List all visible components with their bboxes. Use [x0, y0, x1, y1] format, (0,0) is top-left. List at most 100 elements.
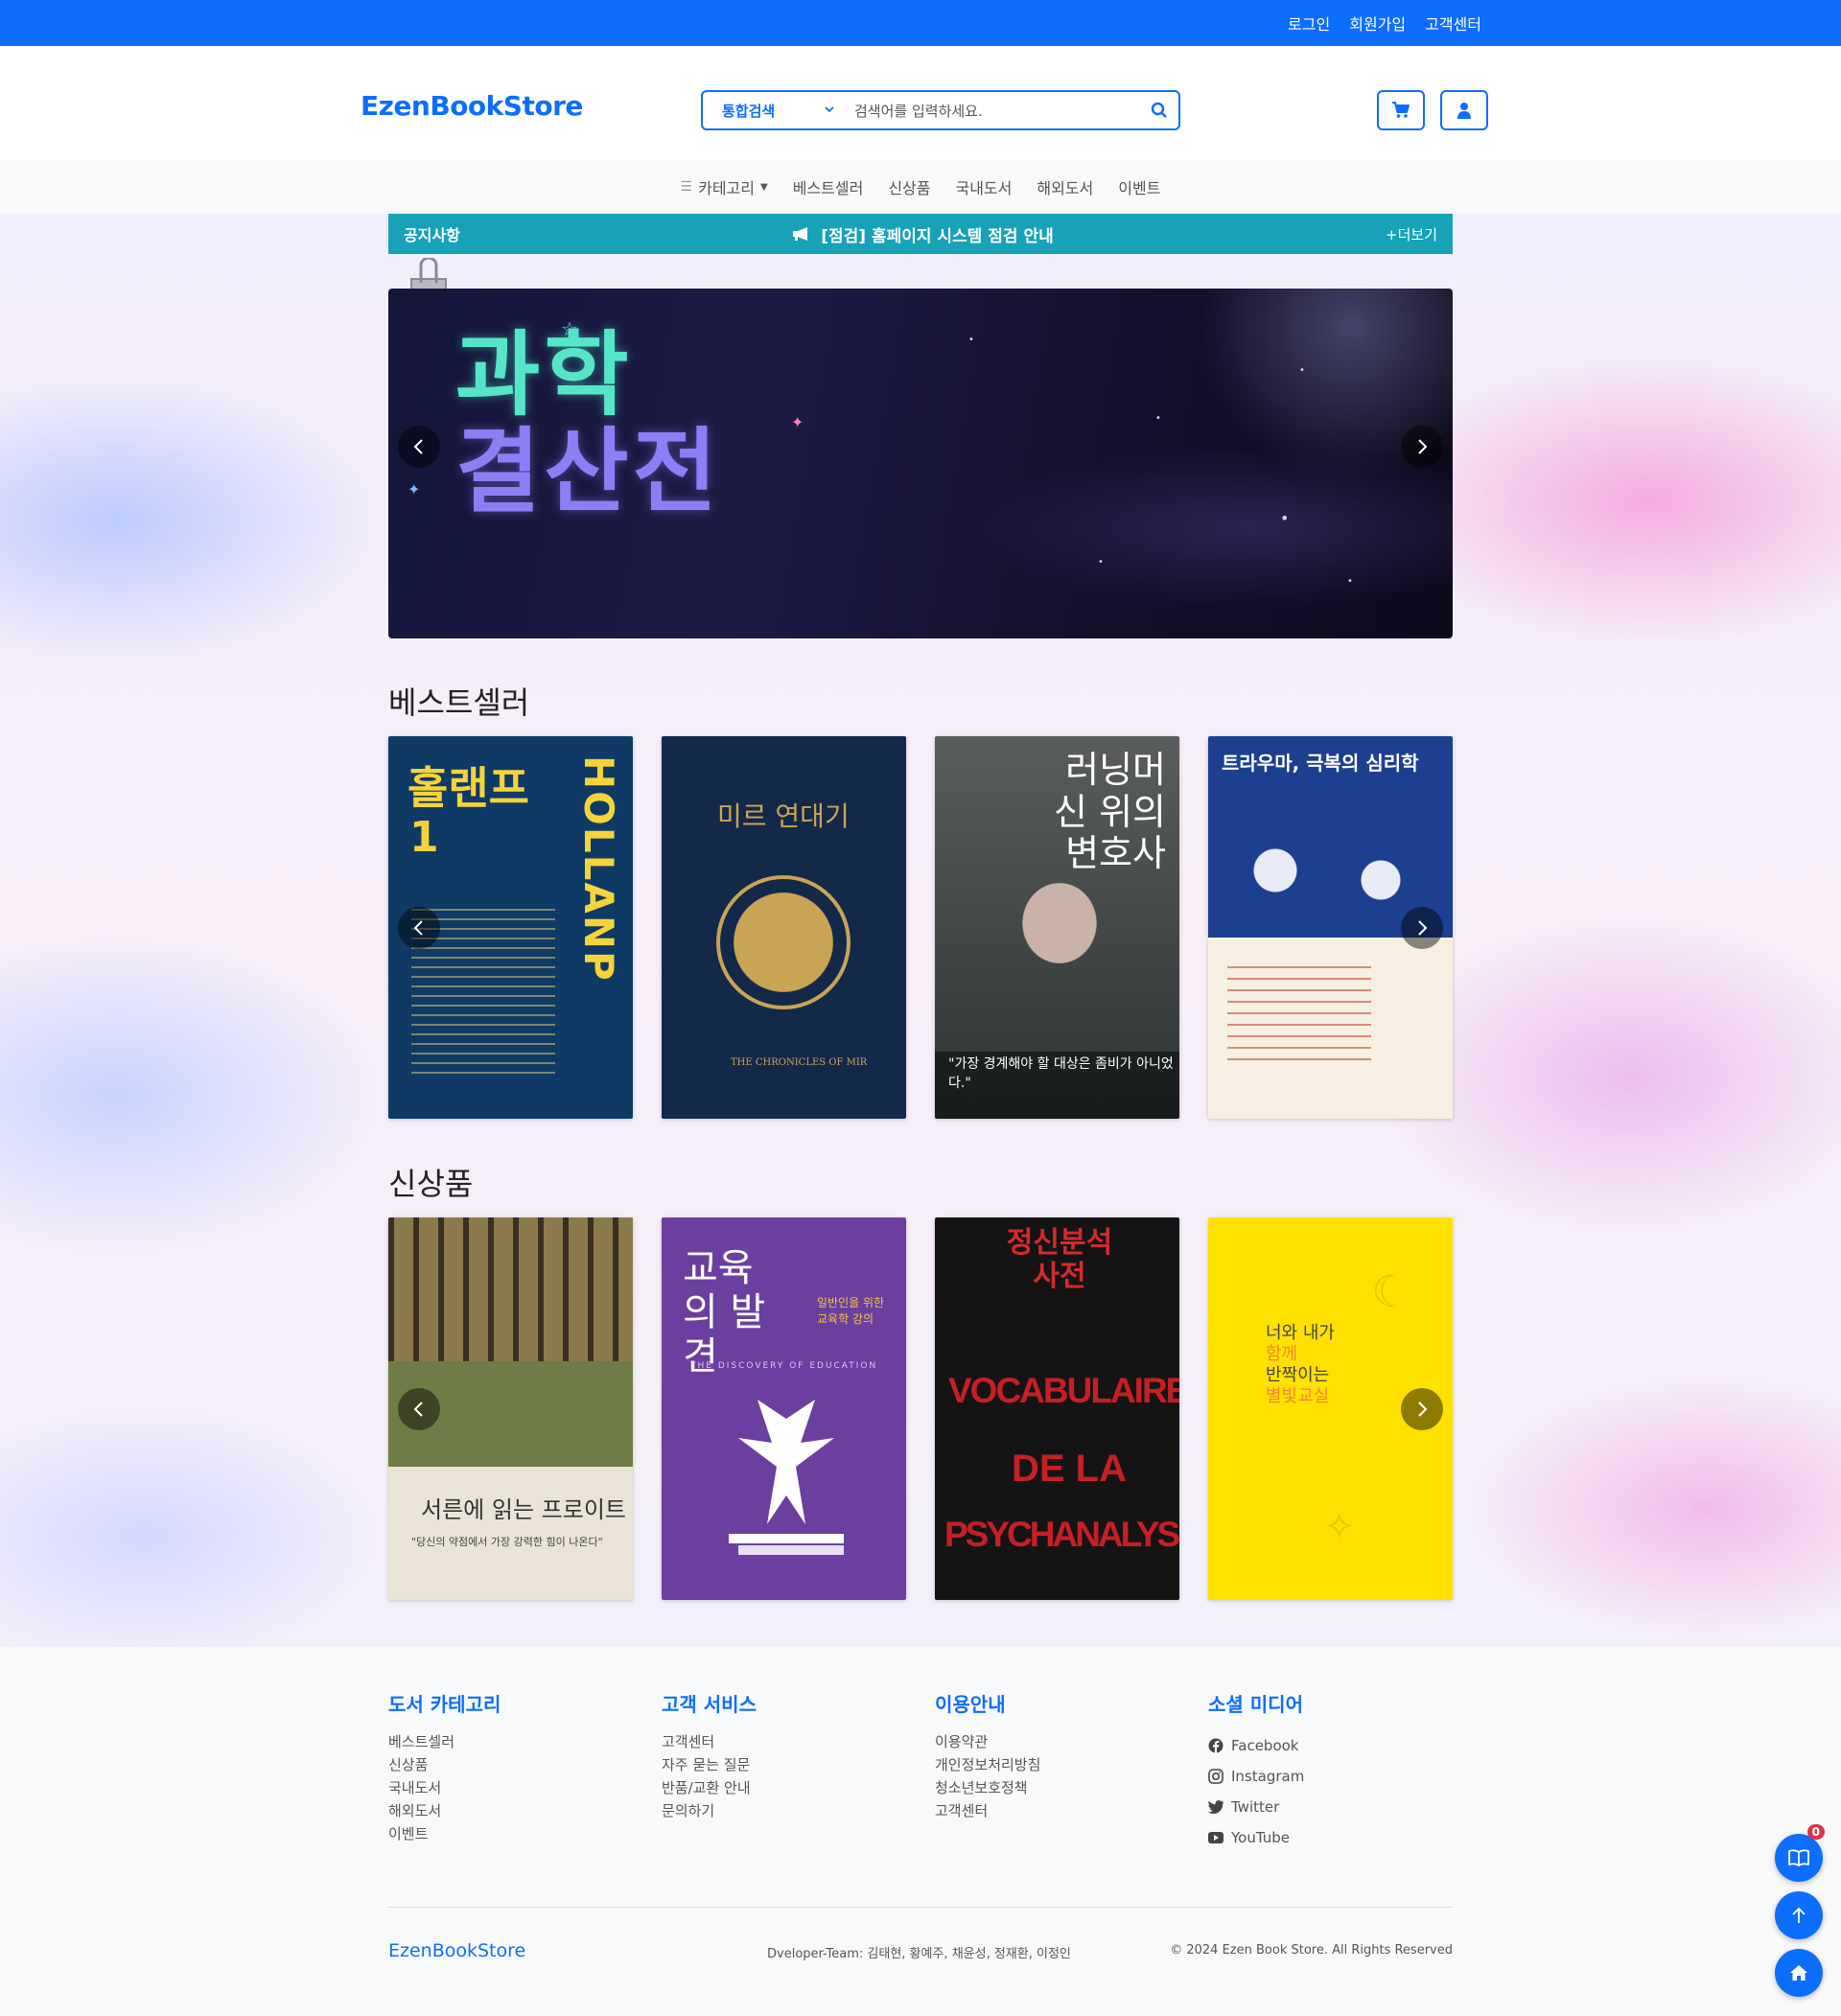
login-link[interactable]: 로그인 — [1288, 12, 1330, 35]
book-card[interactable]: 러닝머신 위의 변호사 "가장 경계해야 할 대상은 좀비가 아니었다." — [935, 736, 1179, 1119]
new-items-section: 신상품 — [388, 1160, 1453, 1204]
new-items-prev-button[interactable] — [398, 1388, 440, 1430]
footer-link-instagram[interactable]: Instagram — [1208, 1761, 1304, 1792]
book-subtitle: 일반인을 위한 교육학 강의 — [817, 1296, 885, 1326]
user-button[interactable] — [1440, 90, 1488, 130]
site-logo[interactable]: EzenBookStore — [361, 90, 583, 122]
dot-icon: • — [1280, 509, 1290, 527]
banner-next-button[interactable] — [1401, 426, 1443, 468]
footer-link[interactable]: 이용약관 — [935, 1730, 1040, 1753]
footer-link[interactable]: 베스트셀러 — [388, 1730, 501, 1753]
search-bar: 통합검색 검색어를 입력하세요. — [701, 90, 1180, 130]
recent-books-button[interactable]: 0 — [1775, 1824, 1825, 1882]
notice-label: 공지사항 — [404, 226, 460, 244]
section-title-bestseller: 베스트셀러 — [388, 684, 530, 721]
caret-down-icon: ▼ — [760, 181, 768, 193]
nav-item-foreign[interactable]: 해외도서 — [1037, 175, 1093, 198]
bestseller-next-button[interactable] — [1401, 907, 1443, 949]
cover-figure — [729, 1400, 844, 1555]
book-title-line2: 함께 — [1266, 1344, 1298, 1364]
bestseller-section: 베스트셀러 — [388, 679, 1453, 723]
cart-button[interactable] — [1377, 90, 1425, 130]
bestseller-prev-button[interactable] — [398, 907, 440, 949]
twitter-icon — [1208, 1800, 1223, 1814]
top-bar: 로그인 회원가입 고객센터 — [0, 0, 1841, 46]
nav-item-new[interactable]: 신상품 — [888, 175, 930, 198]
book-title: 러닝머신 위의 변호사 — [1054, 749, 1166, 875]
banner-title-line2: 결산전 — [455, 417, 721, 525]
chevron-left-icon — [413, 920, 423, 936]
notice-bar: 공지사항 [점검] 홈페이지 시스템 점검 안내 +더보기 — [388, 214, 1453, 254]
hero-banner[interactable]: ☆ ✦ ✦ • • • • • • 과학 결산전 — [388, 289, 1453, 638]
book-title: 홀랜프 — [408, 762, 529, 814]
search-category-select[interactable]: 통합검색 — [703, 101, 847, 121]
book-subtitle: THE CHRONICLES OF MIR — [731, 1057, 868, 1068]
footer-link-facebook[interactable]: Facebook — [1208, 1730, 1304, 1761]
nav-category-dropdown[interactable]: ☰ 카테고리 ▼ — [681, 175, 768, 198]
footer-col-title: 고객 서비스 — [662, 1693, 757, 1716]
footer-link[interactable]: 해외도서 — [388, 1799, 501, 1822]
dot-icon: • — [968, 335, 974, 345]
book-card[interactable]: 교육의 발견 일반인을 위한 교육학 강의 THE DISCOVERY OF E… — [662, 1217, 906, 1600]
footer-col-title: 이용안내 — [935, 1693, 1006, 1716]
book-en-title-1: VOCABULAIRE — [948, 1371, 1179, 1410]
home-button[interactable] — [1775, 1949, 1823, 1997]
book-text-block — [1227, 966, 1371, 1062]
footer-link[interactable]: 이벤트 — [388, 1822, 501, 1845]
footer: 도서 카테고리 베스트셀러 신상품 국내도서 해외도서 이벤트 고객 서비스 고… — [0, 1647, 1841, 2016]
footer-link[interactable]: 문의하기 — [662, 1799, 757, 1822]
footer-col-guide: 이용안내 이용약관 개인정보처리방침 청소년보호정책 고객센터 — [935, 1689, 1040, 1822]
new-items-next-button[interactable] — [1401, 1388, 1443, 1430]
nav-item-event[interactable]: 이벤트 — [1118, 175, 1160, 198]
instagram-icon — [1208, 1769, 1223, 1784]
footer-col-categories: 도서 카테고리 베스트셀러 신상품 국내도서 해외도서 이벤트 — [388, 1689, 501, 1845]
book-open-icon — [1788, 1849, 1809, 1866]
search-icon — [1151, 102, 1167, 118]
banner-title: 과학 결산전 — [455, 327, 721, 521]
book-card[interactable]: 미르 연대기 THE CHRONICLES OF MIR — [662, 736, 906, 1119]
notice-more-link[interactable]: +더보기 — [1386, 224, 1437, 244]
book-en-title: THE DISCOVERY OF EDUCATION — [690, 1361, 878, 1371]
footer-link[interactable]: 개인정보처리방침 — [935, 1753, 1040, 1776]
user-icon — [1457, 103, 1471, 119]
customer-center-link[interactable]: 고객센터 — [1425, 12, 1481, 35]
cart-icon — [1392, 102, 1410, 118]
book-number: 1 — [409, 813, 439, 862]
book-title: 교육의 발견 — [683, 1246, 766, 1379]
footer-link[interactable]: 국내도서 — [388, 1776, 501, 1799]
social-label: YouTube — [1231, 1829, 1290, 1846]
notice-text: [점검] 홈페이지 시스템 점검 안내 — [821, 226, 1054, 246]
banner-prev-button[interactable] — [398, 426, 440, 468]
sparkle-icon: ✦ — [408, 480, 421, 498]
footer-link-twitter[interactable]: Twitter — [1208, 1792, 1304, 1822]
book-title: 미르 연대기 — [717, 800, 850, 832]
book-card[interactable]: 정신분석 사전 VOCABULAIRE DE LA PSYCHANALYSE — [935, 1217, 1179, 1600]
footer-link[interactable]: 고객센터 — [935, 1799, 1040, 1822]
footer-link[interactable]: 자주 묻는 질문 — [662, 1753, 757, 1776]
arrow-up-icon — [1792, 1907, 1806, 1923]
chevron-right-icon — [1418, 920, 1428, 936]
nav-item-bestseller[interactable]: 베스트셀러 — [793, 175, 864, 198]
notice-center[interactable]: [점검] 홈페이지 시스템 점검 안내 — [792, 222, 1054, 246]
footer-col-social: 소셜 미디어 Facebook Instagram Twitter YouTub… — [1208, 1689, 1304, 1853]
footer-link[interactable]: 반품/교환 안내 — [662, 1776, 757, 1799]
signup-link[interactable]: 회원가입 — [1349, 12, 1406, 35]
footer-link[interactable]: 고객센터 — [662, 1730, 757, 1753]
chevron-right-icon — [1418, 439, 1428, 454]
search-button[interactable] — [1140, 102, 1178, 119]
main-nav: ☰ 카테고리 ▼ 베스트셀러 신상품 국내도서 해외도서 이벤트 — [0, 160, 1841, 214]
search-input[interactable]: 검색어를 입력하세요. — [847, 101, 1140, 121]
footer-col-title: 소셜 미디어 — [1208, 1693, 1303, 1716]
scroll-top-button[interactable] — [1775, 1891, 1823, 1939]
footer-link[interactable]: 신상품 — [388, 1753, 501, 1776]
section-title-new: 신상품 — [388, 1166, 474, 1202]
banner-title-line1: 과학 — [455, 321, 633, 429]
footer-brand[interactable]: EzenBookStore — [388, 1940, 525, 1961]
footer-link[interactable]: 청소년보호정책 — [935, 1776, 1040, 1799]
footer-link-youtube[interactable]: YouTube — [1208, 1822, 1304, 1853]
top-links: 로그인 회원가입 고객센터 — [1288, 0, 1481, 46]
nav-item-domestic[interactable]: 국내도서 — [955, 175, 1012, 198]
dot-icon: • — [1098, 557, 1104, 568]
book-title-line4: 별빛교실 — [1266, 1386, 1330, 1406]
book-title: 너와 내가 함께 반짝이는 별빛교실 — [1266, 1323, 1335, 1407]
